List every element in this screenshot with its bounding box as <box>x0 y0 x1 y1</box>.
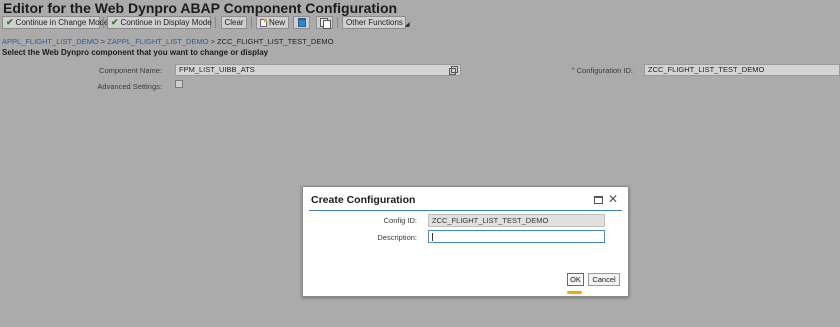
toolbar: ✔ Continue in Change Mode ✔ Continue in … <box>0 16 840 31</box>
ok-button[interactable]: OK <box>567 273 584 286</box>
clear-label: Clear <box>224 18 244 27</box>
breadcrumb-item-appl-flight-list-demo[interactable]: APPL_FLIGHT_LIST_DEMO <box>2 37 99 46</box>
configuration-id-label: * Configuration ID: <box>555 66 633 75</box>
breadcrumb-item-zappl-flight-list-demo[interactable]: ZAPPL_FLIGHT_LIST_DEMO <box>107 37 208 46</box>
new-document-icon <box>260 18 267 27</box>
new-button[interactable]: New <box>256 16 289 29</box>
copy-button[interactable] <box>316 16 333 29</box>
continue-display-mode-button[interactable]: ✔ Continue in Display Mode <box>107 16 212 29</box>
other-functions-button[interactable]: Other Functions ◢ <box>342 16 410 29</box>
breadcrumb-separator: > <box>100 37 106 46</box>
corner-arrow-icon: ◢ <box>404 22 410 28</box>
advanced-settings-label: Advanced Settings: <box>97 82 162 91</box>
description-input[interactable] <box>428 230 605 243</box>
component-name-value: FPM_LIST_UIBB_ATS <box>179 65 255 74</box>
page-title: Editor for the Web Dynpro ABAP Component… <box>3 0 398 16</box>
advanced-settings-checkbox[interactable] <box>175 80 183 88</box>
continue-display-mode-label: Continue in Display Mode <box>120 18 212 27</box>
toolbar-separator <box>215 17 216 28</box>
component-name-label: Component Name: <box>99 66 162 75</box>
breadcrumb-separator: > <box>210 37 216 46</box>
cancel-button[interactable]: Cancel <box>588 273 620 286</box>
text-cursor <box>432 233 433 242</box>
config-id-label: Config ID: <box>383 216 417 225</box>
delete-icon <box>297 18 306 27</box>
toolbar-separator <box>103 17 104 28</box>
other-functions-label: Other Functions <box>346 18 403 27</box>
clear-button[interactable]: Clear <box>221 16 247 29</box>
create-configuration-dialog: Create Configuration ✕ Config ID: ZCC_FL… <box>302 186 629 297</box>
copy-icon <box>320 18 331 29</box>
delete-button[interactable] <box>293 16 310 29</box>
configuration-id-label-text: Configuration ID: <box>576 66 633 75</box>
close-icon[interactable]: ✕ <box>608 192 618 206</box>
section-subtitle: Select the Web Dynpro component that you… <box>2 48 269 57</box>
breadcrumb-item-current: ZCC_FLIGHT_LIST_TEST_DEMO <box>217 37 334 46</box>
toolbar-separator <box>251 17 252 28</box>
continue-change-mode-label: Continue in Change Mode <box>15 18 109 27</box>
configuration-id-field[interactable]: ZCC_FLIGHT_LIST_TEST_DEMO <box>644 64 840 76</box>
configuration-id-value: ZCC_FLIGHT_LIST_TEST_DEMO <box>648 65 765 74</box>
dialog-title-rule <box>309 210 622 211</box>
value-help-icon[interactable] <box>449 66 458 75</box>
checkmark-icon: ✔ <box>111 17 119 27</box>
config-id-field: ZCC_FLIGHT_LIST_TEST_DEMO <box>428 214 605 227</box>
required-indicator: * <box>571 66 575 75</box>
dialog-title: Create Configuration <box>311 194 416 206</box>
focus-indicator <box>567 291 582 294</box>
continue-change-mode-button[interactable]: ✔ Continue in Change Mode <box>2 16 109 29</box>
toolbar-separator <box>337 17 338 28</box>
description-label: Description: <box>377 233 417 242</box>
new-label: New <box>268 18 285 27</box>
maximize-icon[interactable] <box>594 196 603 204</box>
checkmark-icon: ✔ <box>6 17 14 27</box>
breadcrumb: APPL_FLIGHT_LIST_DEMO > ZAPPL_FLIGHT_LIS… <box>2 37 333 46</box>
component-name-field[interactable]: FPM_LIST_UIBB_ATS <box>175 64 461 76</box>
